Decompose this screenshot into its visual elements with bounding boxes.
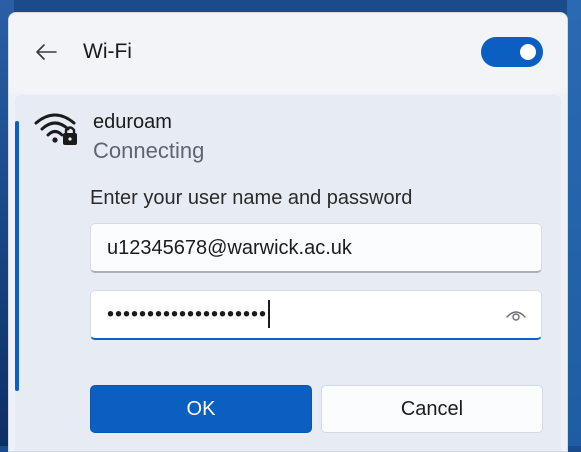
password-dots: •••••••••••••••••••• [107, 303, 268, 326]
username-value: u12345678@warwick.ac.uk [107, 237, 352, 259]
selected-accent-bar [15, 121, 19, 391]
toggle-knob [520, 44, 536, 60]
back-button[interactable] [31, 37, 61, 67]
network-status: Connecting [93, 138, 205, 163]
eye-icon[interactable] [505, 306, 527, 324]
flyout-header: Wi-Fi [9, 13, 567, 93]
wifi-secured-icon [34, 113, 77, 145]
desktop-background-right [567, 0, 581, 446]
ok-button[interactable]: OK [90, 385, 312, 433]
wifi-flyout: Wi-Fi eduroam Connecting Enter your user… [8, 12, 568, 452]
arrow-left-icon [36, 44, 57, 60]
credentials-prompt: Enter your user name and password [90, 187, 413, 209]
password-value: •••••••••••••••••••• [107, 300, 270, 329]
page-title: Wi-Fi [83, 40, 132, 63]
text-caret [268, 300, 270, 328]
username-field[interactable]: u12345678@warwick.ac.uk [90, 223, 542, 273]
cancel-button[interactable]: Cancel [321, 385, 543, 433]
password-field[interactable]: •••••••••••••••••••• [90, 290, 542, 340]
network-panel: eduroam Connecting Enter your user name … [15, 95, 561, 451]
wifi-toggle[interactable] [481, 37, 543, 67]
network-name: eduroam [93, 111, 172, 133]
